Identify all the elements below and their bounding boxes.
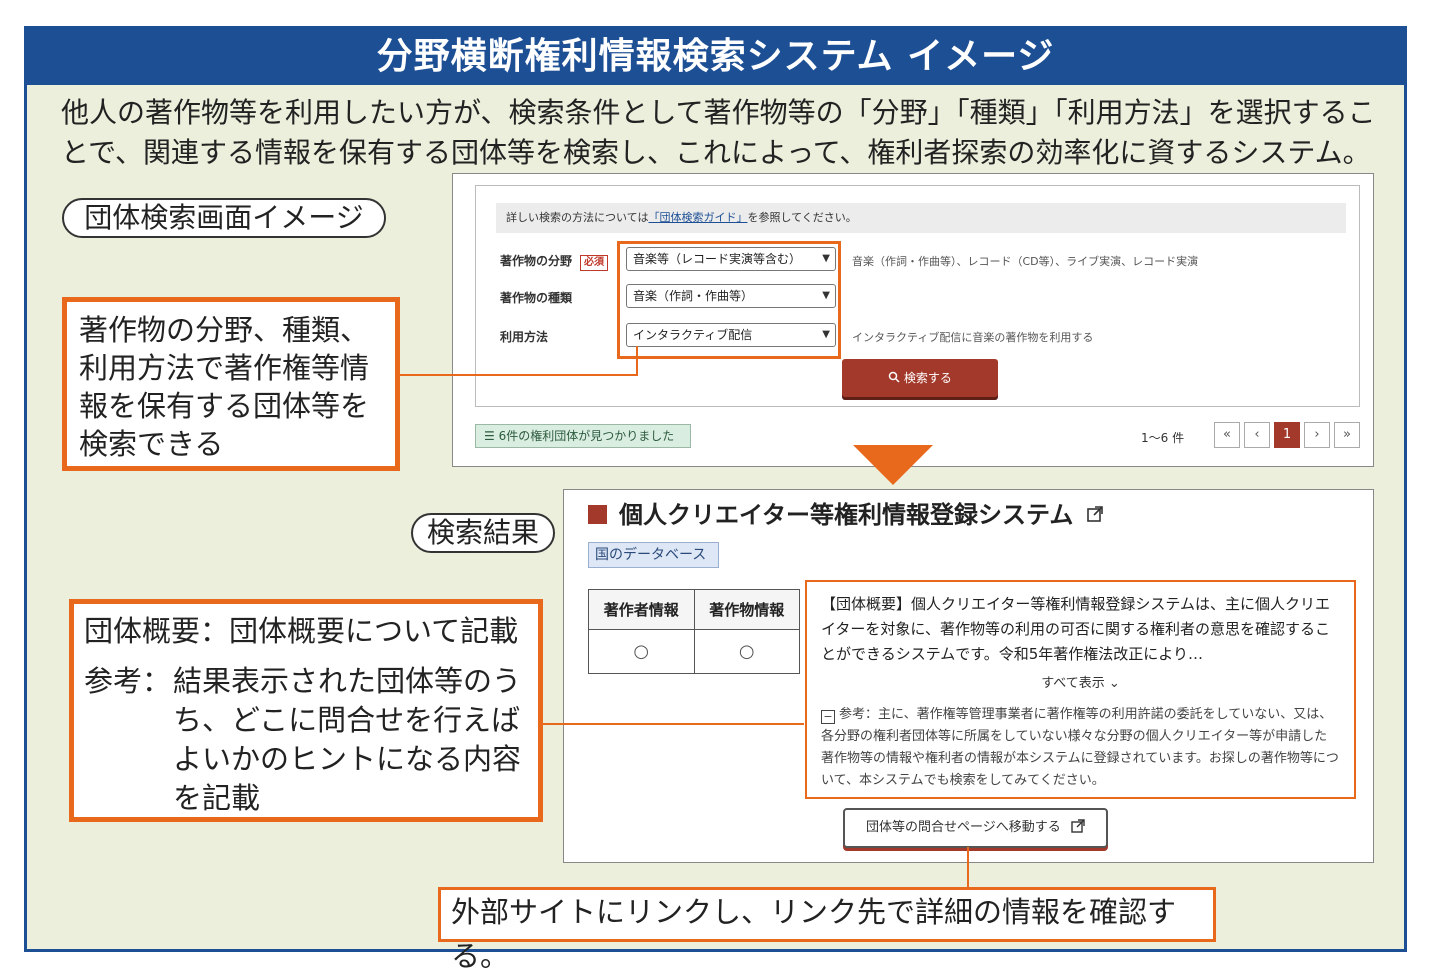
external-link-icon <box>1082 501 1104 529</box>
pager-first-button[interactable]: « <box>1214 422 1240 448</box>
show-all-toggle[interactable]: すべて表示 ⌄ <box>821 671 1340 696</box>
arrow-down-icon <box>853 445 933 485</box>
search-panel: 詳しい検索の方法については「団体検索ガイド」を参照してください。 著作物の分野必… <box>452 173 1374 467</box>
move-button-label: 団体等の問合せページへ移動する <box>866 820 1061 835</box>
table-header: 著作者情報 <box>588 588 695 631</box>
result-title[interactable]: 個人クリエイター等権利情報登録システム <box>588 495 1104 530</box>
show-all-label: すべて表示 <box>1041 676 1105 691</box>
connector-line <box>400 374 638 376</box>
found-text: 6件の権利団体が見つかりました <box>498 429 675 443</box>
chevron-down-icon: ⌄ <box>1108 676 1120 691</box>
summary-text: 【団体概要】個人クリエイター等権利情報登録システムは、主に個人クリエイターを対象… <box>821 595 1330 663</box>
pager-prev-button[interactable]: ‹ <box>1244 422 1270 448</box>
callout-summary: 団体概要：団体概要について記載 参考： 結果表示された団体等のうち、どこに問合せ… <box>69 599 543 822</box>
connector-line <box>636 346 638 376</box>
table-cell: ○ <box>588 629 695 674</box>
table-cell: ○ <box>693 629 800 674</box>
intro-text: 他人の著作物等を利用したい方が、検索条件として著作物等の「分野」「種類」「利用方… <box>61 96 1376 169</box>
info-table: 著作者情報 著作物情報 ○ ○ <box>588 588 800 674</box>
callout-link: 外部サイトにリンクし、リンク先で詳細の情報を確認する。 <box>438 887 1216 973</box>
callout-reference-label: 参考： <box>84 664 172 698</box>
field-usage-label: 利用方法 <box>500 330 549 344</box>
guide-link[interactable]: 「団体検索ガイド」 <box>648 211 747 224</box>
page-title: 分野横断権利情報検索システム イメージ <box>27 29 1404 85</box>
search-icon <box>888 371 904 385</box>
required-badge: 必須 <box>580 255 609 271</box>
pager-current-page[interactable]: 1 <box>1274 422 1300 448</box>
connector-line <box>543 723 804 725</box>
field-type-label: 著作物の種類 <box>500 291 573 305</box>
guide-prefix: 詳しい検索の方法については <box>506 211 649 224</box>
note-icon: − <box>821 710 835 724</box>
title-square-icon <box>588 505 607 524</box>
search-button-label: 検索する <box>903 371 952 385</box>
move-to-contact-button[interactable]: 団体等の問合せページへ移動する <box>843 808 1108 848</box>
database-badge: 国のデータベース <box>588 542 719 568</box>
guide-suffix: を参照してください。 <box>747 211 857 224</box>
field-genre-text: 著作物の分野 <box>500 254 573 268</box>
pager-last-button[interactable]: » <box>1334 422 1360 448</box>
genre-hint: 音楽（作詞・作曲等）、レコード（CD等）、ライブ実演、レコード実演 <box>852 255 1199 268</box>
pager-next-button[interactable]: › <box>1304 422 1330 448</box>
search-screen-label: 団体検索画面イメージ <box>62 198 386 238</box>
guide-note: 詳しい検索の方法については「団体検索ガイド」を参照してください。 <box>496 203 1346 233</box>
callout-search: 著作物の分野、種類、利用方法で著作権等情報を保有する団体等を検索できる <box>62 297 400 471</box>
page-range: 1〜6 件 <box>1141 431 1185 445</box>
callout-reference: 参考： 結果表示された団体等のうち、どこに問合せを行えばよいかのヒントになる内容… <box>84 662 528 818</box>
field-genre-label: 著作物の分野 必須 <box>500 252 609 271</box>
result-label: 検索結果 <box>411 513 555 553</box>
callout-summary-line: 団体概要：団体概要について記載 <box>84 614 519 648</box>
result-panel: 個人クリエイター等権利情報登録システム 国のデータベース 著作者情報 著作物情報… <box>563 489 1374 863</box>
table-header: 著作物情報 <box>693 588 800 631</box>
result-title-text: 個人クリエイター等権利情報登録システム <box>619 501 1074 529</box>
filter-icon: ☰ <box>484 429 495 443</box>
external-link-icon <box>1065 819 1085 835</box>
infographic-frame: 分野横断権利情報検索システム イメージ 他人の著作物等を利用したい方が、検索条件… <box>24 26 1407 973</box>
summary-box: 【団体概要】個人クリエイター等権利情報登録システムは、主に個人クリエイターを対象… <box>805 580 1356 799</box>
result-count-badge: ☰ 6件の権利団体が見つかりました <box>475 424 691 448</box>
connector-line <box>967 847 969 887</box>
reference-note: − 参考：主に、著作権等管理事業者に著作権等の利用許諾の委託をしていない、又は、各… <box>821 704 1340 792</box>
reference-note-text: 参考：主に、著作権等管理事業者に著作権等の利用許諾の委託をしていない、又は、各分… <box>821 707 1339 788</box>
usage-hint: インタラクティブ配信に音楽の著作物を利用する <box>852 331 1094 344</box>
callout-reference-text: 結果表示された団体等のうち、どこに問合せを行えばよいかのヒントになる内容を記載 <box>173 664 522 815</box>
select-highlight <box>617 241 841 359</box>
search-button[interactable]: 検索する <box>842 359 998 397</box>
